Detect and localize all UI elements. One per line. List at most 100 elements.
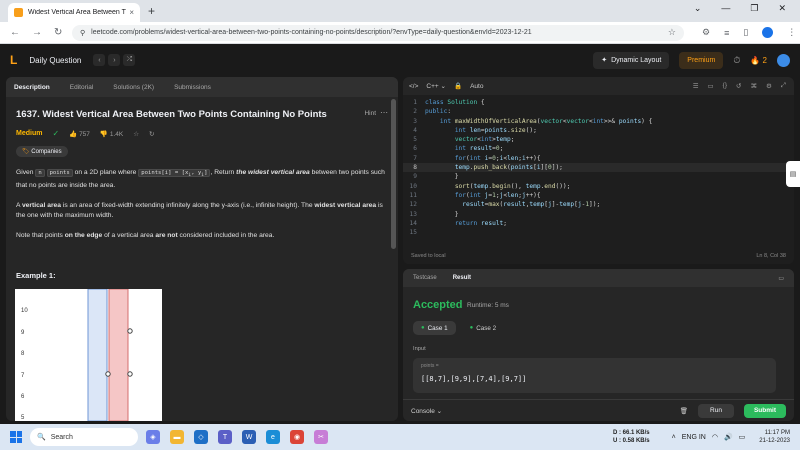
media-icon[interactable]: ≡	[724, 28, 729, 38]
like-count: 757	[79, 130, 90, 138]
profile-avatar[interactable]	[762, 27, 774, 38]
code-editor[interactable]: </> C++ ⌄ 🔒 Auto ☰ ▭ {} ↺ ⌘ ⚙ ⤢ 1 class S…	[403, 77, 794, 264]
tab-result[interactable]: Result	[453, 275, 471, 281]
premium-button[interactable]: Premium	[679, 51, 724, 69]
reload-icon[interactable]: ↻	[54, 27, 62, 38]
submit-button[interactable]: Submit	[743, 403, 786, 418]
leetcode-header: L Daily Question ‹ › ⤮ ✦ Dynamic Layout …	[0, 44, 800, 76]
word-icon[interactable]: W	[242, 430, 256, 444]
chevron-down-icon[interactable]: ⌄	[694, 3, 702, 14]
code-lines[interactable]: 1 class Solution { 2 public: 3 int maxWidt…	[403, 98, 794, 237]
system-tray: ˄ ENG IN ◠ 🔊 ▭	[672, 433, 746, 442]
tab-description[interactable]: Description	[14, 84, 50, 91]
expand-panel-icon[interactable]: ▭	[778, 275, 794, 282]
auto-mode[interactable]: Auto	[470, 83, 483, 90]
edge-icon[interactable]: e	[266, 430, 280, 444]
daily-question-title[interactable]: Daily Question	[29, 56, 81, 65]
example-title: Example 1:	[16, 271, 56, 281]
chrome-icon[interactable]: ◉	[290, 430, 304, 444]
prev-problem-icon[interactable]: ‹	[93, 54, 106, 66]
problem-tabs: Description Editorial Solutions (2K) Sub…	[6, 77, 398, 97]
problem-statement-2: A vertical area is an area of fixed-widt…	[16, 202, 383, 220]
close-tab-icon[interactable]: ×	[129, 8, 134, 17]
reset-icon[interactable]: ↺	[736, 82, 741, 90]
taskbar-clock[interactable]: 11:17 PM 21-12-2023	[759, 429, 790, 445]
companies-tag[interactable]: 🏷 Companies	[16, 146, 68, 157]
shortcut-icon[interactable]: ⌘	[750, 82, 757, 90]
braces-icon[interactable]: {}	[723, 82, 727, 90]
y-label: 6	[21, 394, 25, 400]
extensions-icon[interactable]: ⚙	[702, 27, 710, 38]
problem-title[interactable]: 1637. Widest Vertical Area Between Two P…	[16, 109, 388, 120]
tab-editorial[interactable]: Editorial	[70, 84, 93, 91]
dynamic-layout-label: Dynamic Layout	[611, 56, 662, 64]
settings-icon[interactable]: ⚙	[766, 82, 772, 90]
clock-time: 11:17 PM	[764, 430, 790, 436]
new-tab-button[interactable]: +	[148, 4, 155, 18]
streak-counter[interactable]: 🔥 2	[750, 56, 767, 65]
input-label: Input	[413, 346, 426, 352]
dynamic-layout-button[interactable]: ✦ Dynamic Layout	[593, 51, 670, 69]
wifi-icon[interactable]: ◠	[712, 433, 718, 441]
tab-submissions[interactable]: Submissions	[174, 84, 211, 91]
snipping-tool-icon[interactable]: ✂	[314, 430, 328, 444]
run-button[interactable]: Run	[698, 403, 734, 418]
browser-tab[interactable]: Widest Vertical Area Between T ×	[8, 3, 140, 22]
teams-icon[interactable]: T	[218, 430, 232, 444]
more-options-icon[interactable]: ⋯	[380, 108, 388, 117]
shuffle-icon[interactable]: ⤮	[123, 54, 136, 66]
chevron-up-icon[interactable]: ˄	[672, 434, 676, 441]
console-label: Console	[411, 407, 435, 415]
dislike-button[interactable]: 👎 1.4K	[100, 130, 123, 138]
next-problem-icon[interactable]: ›	[108, 54, 121, 66]
sidebar-icon[interactable]: ▯	[743, 27, 748, 38]
action-bar: Console ⌄ 🗑 Run Submit	[403, 399, 794, 421]
taskbar-search[interactable]: 🔍 Search	[30, 428, 138, 446]
code-line: 5 vector<int>temp;	[413, 136, 515, 144]
like-button[interactable]: 👍 757	[69, 130, 90, 138]
copilot-icon[interactable]: ◈	[146, 430, 160, 444]
forward-icon[interactable]: →	[32, 27, 42, 38]
url-field[interactable]: ⚲ leetcode.com/problems/widest-vertical-…	[72, 24, 684, 41]
search-label: Search	[50, 433, 73, 441]
tag-icon: 🏷	[22, 149, 30, 155]
code-line: 3 int maxWidthOfVerticalArea(vector<vect…	[413, 117, 653, 125]
nav-buttons: ← → ↻	[0, 27, 64, 38]
side-panel-toggle[interactable]: ▤	[786, 161, 800, 187]
language-indicator[interactable]: ENG IN	[682, 434, 706, 441]
code-line: 2 public:	[413, 108, 452, 116]
user-avatar[interactable]	[777, 53, 790, 67]
file-explorer-icon[interactable]: ▬	[170, 430, 184, 444]
window-controls: ⌄ — ❐ ✕	[694, 3, 800, 14]
tab-solutions[interactable]: Solutions (2K)	[113, 84, 154, 91]
tab-testcase[interactable]: Testcase	[413, 275, 437, 281]
timer-icon[interactable]: ⏱	[733, 55, 740, 66]
back-icon[interactable]: ←	[10, 27, 20, 38]
fullscreen-icon[interactable]: ⤢	[781, 82, 786, 90]
site-info-icon[interactable]: ⚲	[80, 29, 85, 37]
case-tabs: ● Case 1 ● Case 2	[413, 321, 504, 335]
windows-start-icon[interactable]	[10, 431, 22, 443]
hint-button[interactable]: Hint	[364, 110, 376, 117]
minimize-icon[interactable]: —	[721, 3, 730, 14]
language-select[interactable]: C++ ⌄	[426, 82, 446, 90]
code-line: 10 sort(temp.begin(), temp.end());	[409, 182, 571, 190]
bookmark-star-icon[interactable]: ☆	[668, 27, 676, 38]
vscode-icon[interactable]: ◇	[194, 430, 208, 444]
volume-icon[interactable]: 🔊	[724, 433, 733, 441]
menu-icon[interactable]: ⋮	[787, 27, 796, 38]
bookmark-icon[interactable]: ▭	[708, 82, 714, 90]
favorite-star-icon[interactable]: ☆	[133, 130, 139, 138]
notes-icon[interactable]: ☰	[693, 82, 699, 90]
prev-next-buttons: ‹ › ⤮	[93, 54, 136, 66]
case-1-tab[interactable]: ● Case 1	[413, 321, 456, 335]
case-2-tab[interactable]: ● Case 2	[462, 321, 505, 335]
console-button[interactable]: Console ⌄	[411, 407, 442, 415]
battery-icon[interactable]: ▭	[739, 433, 746, 441]
restore-icon[interactable]: ❐	[750, 3, 758, 14]
refresh-icon[interactable]: ↻	[149, 130, 154, 138]
close-window-icon[interactable]: ✕	[778, 3, 786, 14]
trash-icon[interactable]: 🗑	[680, 407, 688, 415]
leetcode-logo[interactable]: L	[10, 53, 17, 67]
description-scrollbar[interactable]	[391, 99, 396, 249]
